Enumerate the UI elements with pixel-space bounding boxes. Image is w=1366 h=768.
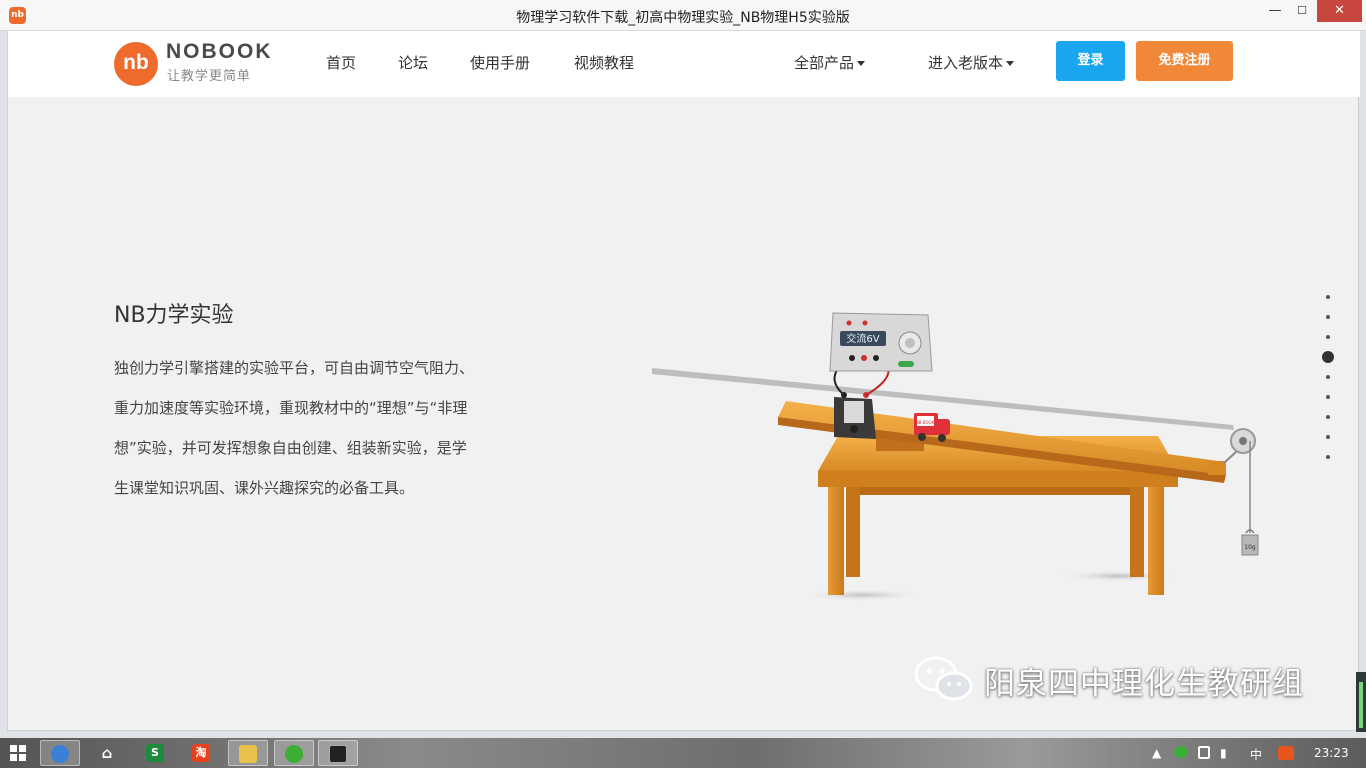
taobao-icon: 淘 xyxy=(192,744,210,762)
slide-dot-4-active[interactable] xyxy=(1322,351,1334,363)
nav-all-products-label: 全部产品 xyxy=(794,54,855,72)
feature-title: NB力学实验 xyxy=(114,303,234,328)
nav-manual[interactable]: 使用手册 xyxy=(470,52,530,73)
ticker-timer-icon xyxy=(834,392,876,439)
window-title: 物理学习软件下载_初高中物理实验_NB物理H5实验版 xyxy=(516,10,850,26)
logo-text[interactable]: NOBOOK xyxy=(166,40,273,64)
tray-sogou-input-icon[interactable] xyxy=(1278,746,1294,760)
slide-dot-8[interactable] xyxy=(1326,435,1330,439)
taskbar: ⌂ S 淘 ▲ ▮ 中 23:23 xyxy=(0,738,1366,768)
nav-video-tutorial[interactable]: 视频教程 xyxy=(574,52,634,73)
tray-wechat-icon[interactable] xyxy=(1174,746,1188,758)
power-supply-icon: 交流6V xyxy=(829,312,933,372)
login-button[interactable]: 登录 xyxy=(1056,41,1125,81)
caret-down-icon xyxy=(857,61,866,66)
slide-dot-3[interactable] xyxy=(1326,335,1330,339)
nav-all-products-dropdown[interactable]: 全部产品 xyxy=(794,52,866,73)
mechanics-experiment-illustration: 10g NB BOOK 交流6V xyxy=(652,312,1259,601)
watermark-text: 阳泉四中理化生教研组 xyxy=(984,666,1304,702)
taskbar-nobook[interactable] xyxy=(318,740,358,766)
logo-tagline: 让教学更简单 xyxy=(167,69,252,84)
slide-dot-9[interactable] xyxy=(1326,455,1330,459)
tray-expand-icon[interactable]: ▲ xyxy=(1152,746,1161,760)
tray-signal-icon[interactable]: ▮ xyxy=(1220,746,1227,760)
tray-device-icon[interactable] xyxy=(1198,746,1210,759)
taskbar-file-explorer[interactable] xyxy=(228,740,268,766)
nobook-logo-icon[interactable]: nb xyxy=(114,42,158,86)
slide-dot-2[interactable] xyxy=(1326,315,1330,319)
hanging-weight-icon: 10g xyxy=(1241,529,1259,556)
wechat-icon xyxy=(914,656,973,701)
folder-icon xyxy=(239,745,257,763)
weight-label: 10g xyxy=(1244,544,1256,551)
windows-start-icon[interactable] xyxy=(10,745,26,761)
volume-level xyxy=(1359,682,1363,728)
web-page: nb NOBOOK 让教学更简单 首页 论坛 使用手册 视频教程 全部产品 进入… xyxy=(7,31,1360,731)
site-navbar: nb NOBOOK 让教学更简单 首页 论坛 使用手册 视频教程 全部产品 进入… xyxy=(8,31,1360,97)
nav-forum[interactable]: 论坛 xyxy=(398,52,428,73)
slide-dot-1[interactable] xyxy=(1326,295,1330,299)
close-button[interactable]: ✕ xyxy=(1317,0,1362,22)
taskbar-taobao[interactable]: 淘 xyxy=(182,740,222,766)
minimize-button[interactable]: — xyxy=(1262,0,1288,22)
register-button[interactable]: 免费注册 xyxy=(1136,41,1233,81)
feature-description: 独创力学引擎搭建的实验平台，可自由调节空气阻力、重力加速度等实验环境，重现教材中… xyxy=(114,359,475,497)
nobook-app-icon xyxy=(329,745,347,763)
maximize-button[interactable]: ☐ xyxy=(1289,0,1315,22)
taskbar-home[interactable]: ⌂ xyxy=(88,740,128,766)
power-display: 交流6V xyxy=(846,332,879,345)
home-icon: ⌂ xyxy=(101,744,113,762)
taskbar-spreadsheet[interactable]: S xyxy=(136,740,176,766)
nav-old-version-dropdown[interactable]: 进入老版本 xyxy=(928,52,1015,73)
slide-dot-5[interactable] xyxy=(1326,375,1330,379)
nav-old-version-label: 进入老版本 xyxy=(928,54,1004,72)
volume-indicator xyxy=(1356,672,1366,732)
taskbar-wechat[interactable] xyxy=(274,740,314,766)
slide-dot-7[interactable] xyxy=(1326,415,1330,419)
sogou-browser-icon xyxy=(51,745,69,763)
nav-home[interactable]: 首页 xyxy=(326,52,356,73)
tray-ime-indicator[interactable]: 中 xyxy=(1250,746,1262,763)
taskbar-clock[interactable]: 23:23 xyxy=(1314,746,1349,760)
cart-label: NB BOOK xyxy=(916,420,935,425)
spreadsheet-icon: S xyxy=(146,744,164,762)
wechat-app-icon xyxy=(285,745,303,763)
slide-dot-6[interactable] xyxy=(1326,395,1330,399)
window-title-bar: nb 物理学习软件下载_初高中物理实验_NB物理H5实验版 — ☐ ✕ xyxy=(0,0,1366,31)
caret-down-icon xyxy=(1006,61,1015,66)
slide-pagination xyxy=(1322,295,1334,475)
taskbar-sogou-browser[interactable] xyxy=(40,740,80,766)
pulley-icon xyxy=(1223,428,1256,533)
